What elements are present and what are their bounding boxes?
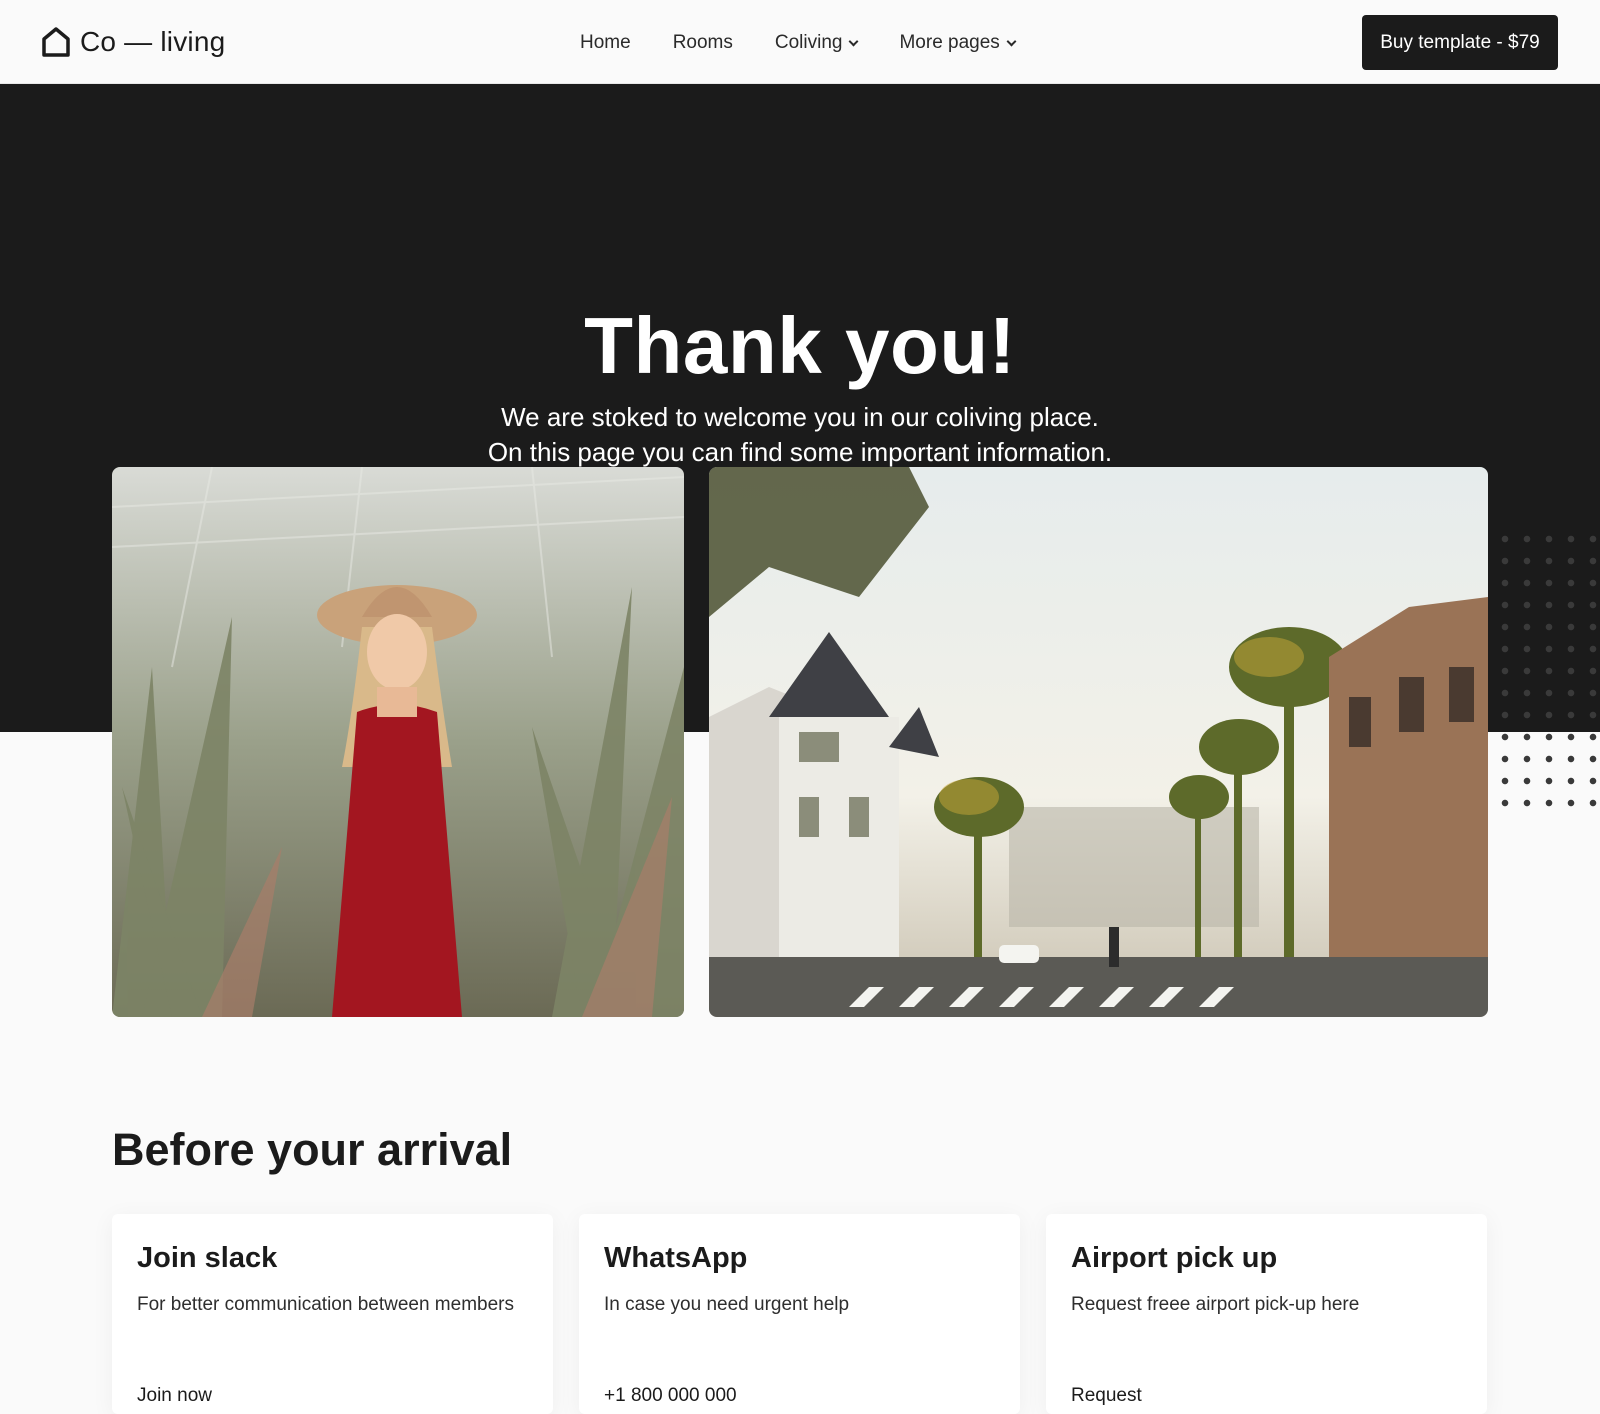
hero-subtitle-line-1: We are stoked to welcome you in our coli… [501, 402, 1099, 432]
main-nav: Home Rooms Coliving More pages [580, 28, 1017, 58]
nav-link-label: Coliving [774, 32, 843, 53]
top-navbar: Co — living Home Rooms Coliving More pag… [0, 0, 1600, 84]
nav-link-rooms[interactable]: Rooms [673, 32, 733, 54]
logo-text: Co — living [80, 26, 226, 57]
nav-link-label: More pages [899, 32, 1000, 53]
card-airport-pickup: Airport pick up Request freee airport pi… [1046, 1214, 1487, 1414]
card-text: In case you need urgent help [604, 1294, 850, 1315]
chevron-down-icon [1006, 36, 1017, 46]
dot-pattern-decoration [1488, 524, 1600, 816]
nav-link-label: Home [580, 32, 631, 53]
request-pickup-link[interactable]: Request [1071, 1385, 1142, 1407]
card-join-slack: Join slack For better communication betw… [112, 1214, 553, 1414]
nav-link-home[interactable]: Home [580, 32, 631, 54]
card-whatsapp: WhatsApp In case you need urgent help +1… [579, 1214, 1020, 1414]
house-icon [42, 27, 70, 57]
nav-link-label: Rooms [672, 32, 733, 53]
city-street-photo [709, 467, 1488, 1017]
nav-link-coliving[interactable]: Coliving [774, 32, 859, 54]
card-title: WhatsApp [604, 1242, 748, 1274]
buy-template-button[interactable]: Buy template - $79 [1362, 15, 1558, 70]
hero-subtitle: We are stoked to welcome you in our coli… [0, 400, 1600, 470]
hero-title: Thank you! [584, 301, 1016, 390]
logo-link[interactable]: Co — living [40, 22, 225, 62]
section-title-before-arrival: Before your arrival [112, 1124, 513, 1175]
whatsapp-phone-link[interactable]: +1 800 000 000 [604, 1385, 737, 1407]
hero-subtitle-line-2: On this page you can find some important… [487, 437, 1113, 467]
chevron-down-icon [849, 36, 859, 46]
woman-in-plants-photo [112, 467, 684, 1017]
join-now-link[interactable]: Join now [137, 1385, 212, 1407]
card-title: Join slack [137, 1242, 278, 1274]
card-text: Request freee airport pick-up here [1071, 1294, 1360, 1315]
card-text: For better communication between members [137, 1294, 514, 1315]
card-title: Airport pick up [1071, 1242, 1278, 1274]
nav-link-more-pages[interactable]: More pages [899, 32, 1017, 54]
